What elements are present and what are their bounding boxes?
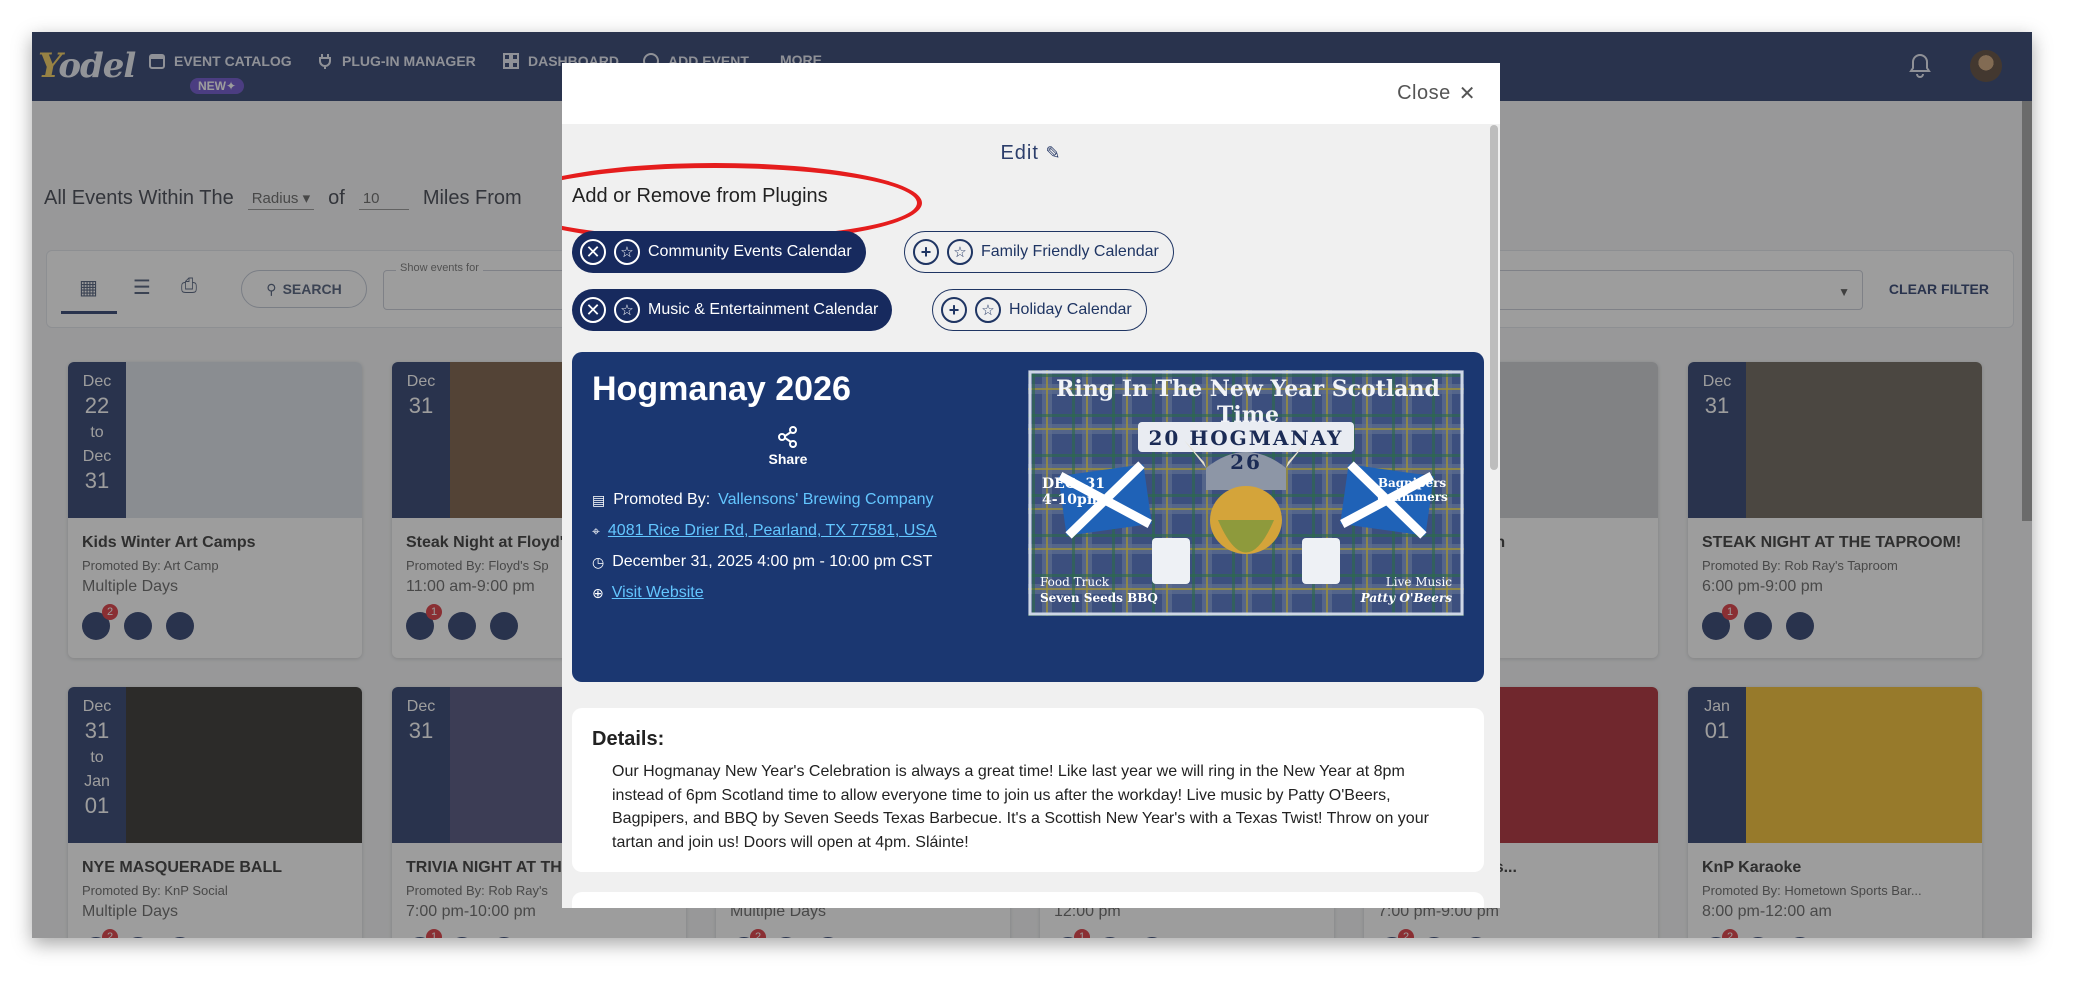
event-title: Hogmanay 2026 [592, 370, 851, 408]
poster-date: DEC. 31 4-10pm [1042, 476, 1105, 508]
clock-icon: ◷ [592, 553, 605, 570]
share-icon [778, 426, 797, 448]
poster-banner: 20 HOGMANAY 26 [1138, 426, 1354, 474]
promoter-link[interactable]: Vallensons' Brewing Company [718, 491, 933, 509]
promoted-by-row: ▤ Promoted By: Vallensons' Brewing Compa… [592, 491, 933, 509]
event-datetime: December 31, 2025 4:00 pm - 10:00 pm CST [612, 553, 933, 570]
plugin-label: Music & Entertainment Calendar [648, 301, 879, 318]
share-label: Share [768, 451, 808, 467]
event-summary: Hogmanay 2026 Share ▤ Promoted By: Valle… [572, 352, 1484, 682]
datetime-row: ◷ December 31, 2025 4:00 pm - 10:00 pm C… [592, 553, 932, 571]
location-pin-icon: ⌖ [592, 522, 600, 539]
star-icon[interactable]: ☆ [975, 297, 1001, 323]
website-row: ⊕ Visit Website [592, 584, 704, 602]
close-button[interactable]: Close ✕ [1397, 81, 1476, 106]
star-icon[interactable]: ☆ [614, 297, 640, 323]
plugin-label: Family Friendly Calendar [981, 243, 1159, 260]
add-icon[interactable]: + [913, 239, 939, 265]
building-icon: ▤ [592, 491, 606, 508]
promoted-by-label: Promoted By: [613, 491, 711, 508]
poster-left-bottom: Food Truck Seven Seeds BBQ [1040, 574, 1158, 606]
star-icon[interactable]: ☆ [947, 239, 973, 265]
details-text: Our Hogmanay New Year's Celebration is a… [612, 763, 1429, 851]
event-modal: Close ✕ Edit ✎ Add or Remove from Plugin… [562, 63, 1500, 908]
address-link[interactable]: 4081 Rice Drier Rd, Pearland, TX 77581, … [608, 522, 937, 540]
modal-scrollbar[interactable] [1490, 125, 1498, 470]
remove-icon[interactable]: ✕ [580, 297, 606, 323]
poster-date-text: DEC. 31 [1042, 476, 1105, 492]
pencil-icon: ✎ [1045, 143, 1062, 163]
add-icon[interactable]: + [941, 297, 967, 323]
edit-button[interactable]: Edit ✎ [562, 142, 1500, 165]
plugin-chip-holiday[interactable]: + ☆ Holiday Calendar [932, 289, 1147, 331]
poster-right-text: Bagpipers Drummers [1376, 476, 1448, 504]
poster-banner-text: HOGMANAY [1189, 426, 1344, 450]
next-section [572, 892, 1484, 908]
plugin-label: Holiday Calendar [1009, 301, 1132, 318]
modal-header: Close ✕ [562, 63, 1500, 124]
share-button[interactable]: Share [758, 426, 818, 467]
website-link[interactable]: Visit Website [612, 584, 704, 602]
plugin-chip-community-events[interactable]: ✕ ☆ Community Events Calendar [572, 231, 866, 273]
poster-live-music: Live Music [1385, 575, 1452, 589]
app-window: Yodel Event Catalog NEW✦ Plug-in Manager… [32, 32, 2032, 938]
poster-right-bottom: Live Music Patty O'Beers [1361, 574, 1452, 606]
address-row: ⌖ 4081 Rice Drier Rd, Pearland, TX 77581… [592, 522, 937, 540]
remove-icon[interactable]: ✕ [580, 239, 606, 265]
poster-bbq: Seven Seeds BBQ [1040, 591, 1158, 605]
plugin-chip-music-entertainment[interactable]: ✕ ☆ Music & Entertainment Calendar [572, 289, 893, 331]
plugin-chip-family-friendly[interactable]: + ☆ Family Friendly Calendar [904, 231, 1174, 273]
event-poster[interactable]: Ring In The New Year Scotland Time 20 HO… [1028, 370, 1464, 616]
details-section: Details: Our Hogmanay New Year's Celebra… [572, 708, 1484, 872]
poster-food-truck: Food Truck [1040, 575, 1110, 589]
globe-icon: ⊕ [592, 584, 604, 601]
poster-band: Patty O'Beers [1360, 591, 1452, 605]
close-label: Close [1397, 82, 1451, 104]
poster-headline: Ring In The New Year Scotland Time [1056, 376, 1440, 428]
details-title: Details: [592, 728, 665, 750]
star-icon[interactable]: ☆ [614, 239, 640, 265]
poster-year-left: 20 [1148, 426, 1181, 450]
close-icon: ✕ [1458, 83, 1476, 105]
poster-year-right: 26 [1230, 450, 1262, 474]
edit-label: Edit [1000, 142, 1039, 164]
poster-time-text: 4-10pm [1042, 492, 1102, 508]
plugin-label: Community Events Calendar [648, 243, 852, 260]
